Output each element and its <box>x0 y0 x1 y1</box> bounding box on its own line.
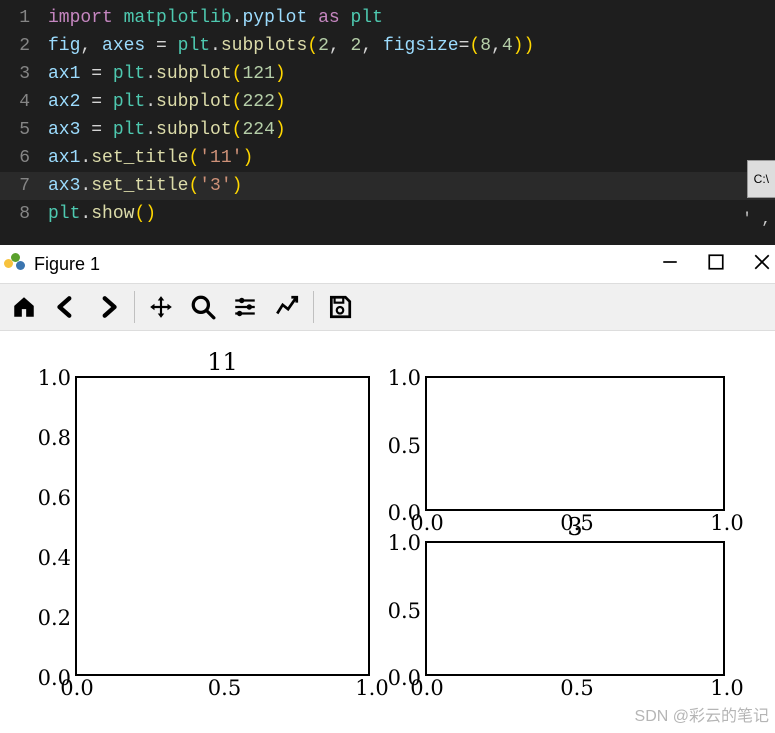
code-line[interactable]: 4ax2 = plt.subplot(222) <box>0 88 775 116</box>
save-button[interactable] <box>322 289 358 325</box>
forward-button[interactable] <box>90 289 126 325</box>
code-line[interactable]: 5ax3 = plt.subplot(224) <box>0 116 775 144</box>
line-number: 6 <box>0 144 48 172</box>
code-content: fig, axes = plt.subplots(2, 2, figsize=(… <box>48 32 765 60</box>
axes-title: 11 <box>207 348 238 378</box>
plot-canvas[interactable]: 11 0.00.20.40.60.81.00.00.51.0 0.00.51.0… <box>0 331 775 726</box>
x-tick-label: 1.0 <box>710 674 743 700</box>
x-tick-label: 0.5 <box>208 674 241 700</box>
quote-fragment: ' , <box>738 205 775 233</box>
line-number: 3 <box>0 60 48 88</box>
window-titlebar[interactable]: Figure 1 <box>0 245 775 283</box>
close-button[interactable] <box>753 253 771 276</box>
code-line[interactable]: 7ax3.set_title('3') <box>0 172 775 200</box>
edit-axes-button[interactable] <box>269 289 305 325</box>
line-number: 7 <box>0 172 48 200</box>
maximize-button[interactable] <box>707 253 725 276</box>
y-tick-label: 0.5 <box>388 599 427 623</box>
code-content: ax3 = plt.subplot(224) <box>48 116 765 144</box>
x-tick-label: 1.0 <box>355 674 388 700</box>
y-tick-label: 1.0 <box>38 366 77 390</box>
watermark: SDN @彩云的笔记 <box>635 702 769 726</box>
zoom-button[interactable] <box>185 289 221 325</box>
code-content: plt.show() <box>48 200 765 228</box>
y-tick-label: 1.0 <box>388 366 427 390</box>
matplotlib-toolbar <box>0 283 775 331</box>
code-line[interactable]: 2fig, axes = plt.subplots(2, 2, figsize=… <box>0 32 775 60</box>
y-tick-label: 0.4 <box>38 546 77 570</box>
figure-window: Figure 1 <box>0 245 775 726</box>
matplotlib-icon <box>4 253 26 275</box>
toolbar-separator <box>313 291 314 323</box>
minimize-button[interactable] <box>661 253 679 276</box>
y-tick-label: 0.5 <box>388 434 427 458</box>
y-tick-label: 0.8 <box>38 426 77 450</box>
axes-ax1: 11 0.00.20.40.60.81.00.00.51.0 <box>75 376 370 676</box>
x-tick-label: 0.0 <box>410 674 443 700</box>
back-button[interactable] <box>48 289 84 325</box>
y-tick-label: 0.6 <box>38 486 77 510</box>
x-tick-label: 1.0 <box>710 509 743 535</box>
y-tick-label: 1.0 <box>388 531 427 555</box>
y-tick-label: 0.2 <box>38 606 77 630</box>
x-tick-label: 0.5 <box>560 674 593 700</box>
x-tick-label: 0.0 <box>60 674 93 700</box>
code-line[interactable]: 8plt.show() <box>0 200 775 228</box>
line-number: 1 <box>0 4 48 32</box>
code-content: ax1.set_title('11') <box>48 144 765 172</box>
toolbar-separator <box>134 291 135 323</box>
code-line[interactable]: 1import matplotlib.pyplot as plt <box>0 4 775 32</box>
pan-button[interactable] <box>143 289 179 325</box>
cmd-badge: C:\ <box>747 160 775 198</box>
line-number: 5 <box>0 116 48 144</box>
line-number: 8 <box>0 200 48 228</box>
axes-ax3: 3 0.00.51.00.00.51.0 <box>425 541 725 676</box>
code-content: ax2 = plt.subplot(222) <box>48 88 765 116</box>
code-content: import matplotlib.pyplot as plt <box>48 4 765 32</box>
home-button[interactable] <box>6 289 42 325</box>
code-content: ax1 = plt.subplot(121) <box>48 60 765 88</box>
configure-subplots-button[interactable] <box>227 289 263 325</box>
code-line[interactable]: 6ax1.set_title('11') <box>0 144 775 172</box>
axes-title: 3 <box>567 513 582 543</box>
line-number: 4 <box>0 88 48 116</box>
line-number: 2 <box>0 32 48 60</box>
window-title: Figure 1 <box>34 254 100 275</box>
code-content: ax3.set_title('3') <box>48 172 765 200</box>
code-editor[interactable]: 1import matplotlib.pyplot as plt2fig, ax… <box>0 0 775 245</box>
axes-ax2: 0.00.51.00.00.51.0 <box>425 376 725 511</box>
code-line[interactable]: 3ax1 = plt.subplot(121) <box>0 60 775 88</box>
